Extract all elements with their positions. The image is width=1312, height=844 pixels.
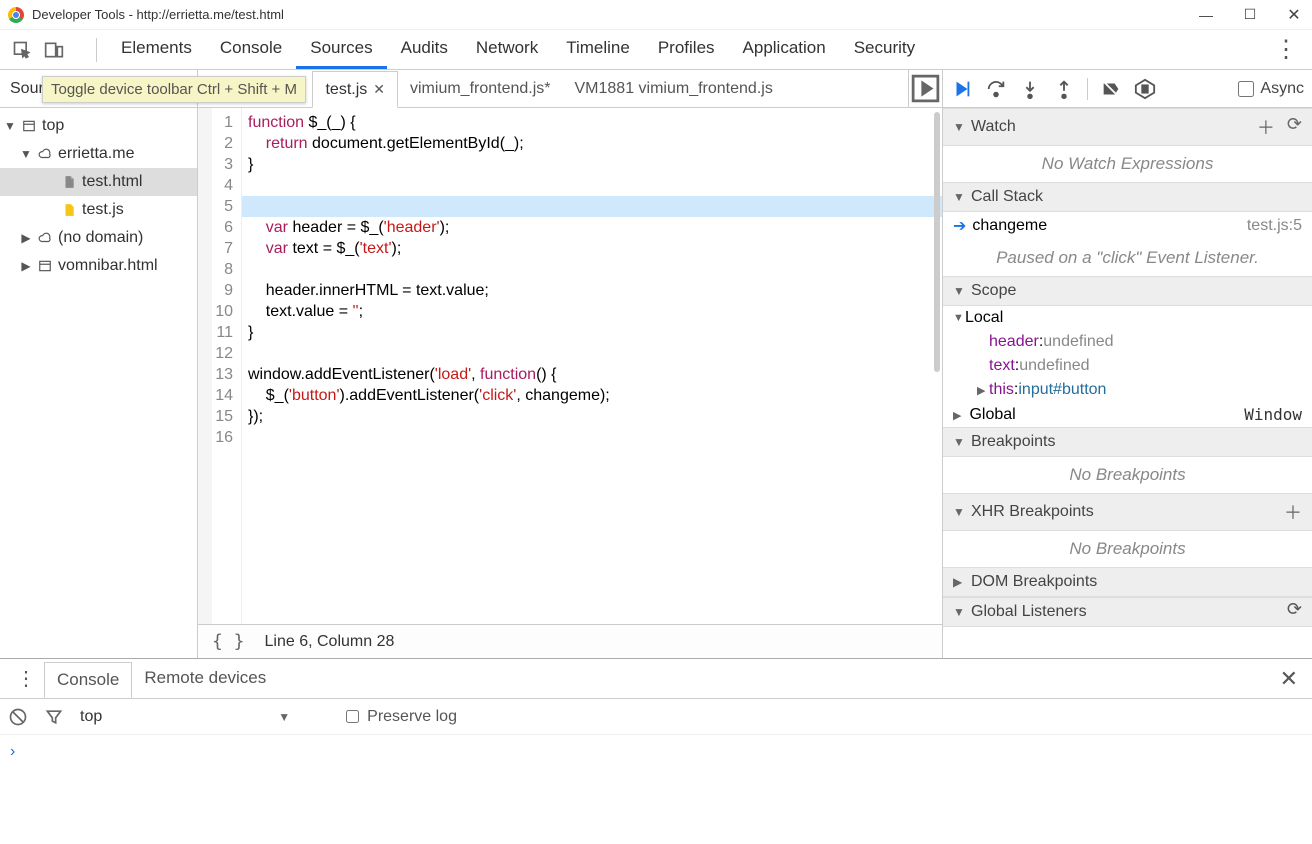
tree-item-errietta-me[interactable]: ▼errietta.me — [0, 140, 197, 168]
file-tab-test-js[interactable]: test.js✕ — [312, 71, 398, 108]
window-title: Developer Tools - http://errietta.me/tes… — [32, 7, 284, 22]
preserve-log-checkbox[interactable]: Preserve log — [346, 708, 457, 726]
debugger-toolbar: Async — [943, 70, 1312, 108]
drawer-tab-console[interactable]: Console — [44, 662, 132, 698]
watch-empty: No Watch Expressions — [943, 146, 1312, 182]
file-tree: ▼top▼errietta.metest.htmltest.js▶(no dom… — [0, 108, 197, 284]
listeners-refresh-icon[interactable]: ⟳ — [1287, 599, 1302, 620]
file-tab-vm1881-vimium-frontend-js[interactable]: VM1881 vimium_frontend.js — [563, 70, 785, 107]
console-toolbar: top▼ Preserve log — [0, 699, 1312, 735]
filter-icon[interactable] — [44, 707, 64, 727]
deactivate-breakpoints-icon[interactable] — [1100, 78, 1122, 100]
drawer-tab-remote-devices[interactable]: Remote devices — [132, 661, 278, 697]
scope-local[interactable]: ▼Local — [943, 306, 1312, 330]
inspect-element-icon[interactable] — [12, 40, 32, 60]
close-button[interactable]: ✕ — [1284, 5, 1304, 25]
tab-console[interactable]: Console — [206, 30, 296, 69]
pause-reason: Paused on a "click" Event Listener. — [943, 240, 1312, 276]
scope-var-this[interactable]: ▶this: input#button — [943, 378, 1312, 402]
xhr-breakpoints-section-header[interactable]: ▼XHR Breakpoints ＋ — [943, 493, 1312, 531]
tree-item-test-js[interactable]: test.js — [0, 196, 197, 224]
pause-exceptions-icon[interactable] — [1134, 78, 1156, 100]
device-toolbar-tooltip: Toggle device toolbar Ctrl + Shift + M — [42, 76, 306, 103]
file-tab-vimium-frontend-js-[interactable]: vimium_frontend.js* — [398, 70, 563, 107]
navigator-pane: Sources » ⋮ ▼top▼errietta.metest.htmltes… — [0, 70, 198, 658]
dom-breakpoints-section-header[interactable]: ▶DOM Breakpoints — [943, 567, 1312, 597]
global-listeners-section-header[interactable]: ▼Global Listeners ⟳ — [943, 597, 1312, 627]
line-gutter[interactable]: 12345678910111213141516 — [198, 108, 242, 624]
device-toolbar-icon[interactable] — [44, 40, 64, 60]
tab-elements[interactable]: Elements — [107, 30, 206, 69]
minimize-button[interactable]: — — [1196, 7, 1216, 23]
code-editor[interactable]: 12345678910111213141516 function $_(_) {… — [198, 108, 942, 624]
more-menu-icon[interactable]: ⋮ — [1268, 35, 1304, 64]
tab-application[interactable]: Application — [729, 30, 840, 69]
watch-add-icon[interactable]: ＋ — [1257, 114, 1275, 140]
close-tab-icon[interactable]: ✕ — [373, 81, 385, 98]
maximize-button[interactable]: ☐ — [1240, 6, 1260, 23]
tab-profiles[interactable]: Profiles — [644, 30, 729, 69]
breakpoints-empty: No Breakpoints — [943, 457, 1312, 493]
clear-console-icon[interactable] — [8, 707, 28, 727]
callstack-section-header[interactable]: ▼Call Stack — [943, 182, 1312, 212]
editor-pane: test.htmltest.js✕vimium_frontend.js*VM18… — [198, 70, 942, 658]
cursor-position: Line 6, Column 28 — [265, 633, 395, 651]
xhr-add-icon[interactable]: ＋ — [1284, 499, 1302, 525]
breakpoints-section-header[interactable]: ▼Breakpoints — [943, 427, 1312, 457]
tree-item-test-html[interactable]: test.html — [0, 168, 197, 196]
tab-network[interactable]: Network — [462, 30, 552, 69]
scope-var-header[interactable]: header: undefined — [943, 330, 1312, 354]
drawer-menu-icon[interactable]: ⋮ — [8, 666, 44, 691]
tree-item--no-domain-[interactable]: ▶(no domain) — [0, 224, 197, 252]
resume-icon[interactable] — [951, 78, 973, 100]
callstack-frame[interactable]: ➔ changeme test.js:5 — [943, 212, 1312, 240]
devtools-tabstrip: ElementsConsoleSourcesAuditsNetworkTimel… — [0, 30, 1312, 70]
drawer-panel: ⋮ ConsoleRemote devices ✕ top▼ Preserve … — [0, 658, 1312, 844]
tab-audits[interactable]: Audits — [387, 30, 462, 69]
drawer-tabstrip: ⋮ ConsoleRemote devices ✕ — [0, 659, 1312, 699]
scrollbar-thumb[interactable] — [934, 112, 940, 372]
editor-statusbar: { } Line 6, Column 28 — [198, 624, 942, 658]
scope-global[interactable]: ▶ Global Window — [943, 402, 1312, 427]
tab-security[interactable]: Security — [840, 30, 929, 69]
watch-section-header[interactable]: ▼Watch ＋⟳ — [943, 108, 1312, 146]
window-controls: — ☐ ✕ — [1196, 5, 1304, 25]
file-tabstrip: test.htmltest.js✕vimium_frontend.js*VM18… — [198, 70, 942, 108]
pretty-print-icon[interactable]: { } — [212, 631, 245, 652]
tree-item-vomnibar-html[interactable]: ▶vomnibar.html — [0, 252, 197, 280]
tab-timeline[interactable]: Timeline — [552, 30, 644, 69]
console-context[interactable]: top▼ — [80, 708, 290, 726]
console-prompt[interactable]: › — [0, 735, 1312, 767]
titlebar: Developer Tools - http://errietta.me/tes… — [0, 0, 1312, 30]
chrome-icon — [8, 7, 24, 23]
debugger-pane: Async ▼Watch ＋⟳ No Watch Expressions ▼Ca… — [942, 70, 1312, 658]
current-frame-icon: ➔ — [953, 216, 966, 236]
scope-section-header[interactable]: ▼Scope — [943, 276, 1312, 306]
async-checkbox[interactable]: Async — [1238, 80, 1304, 98]
drawer-close-icon[interactable]: ✕ — [1274, 666, 1304, 692]
step-into-icon[interactable] — [1019, 78, 1041, 100]
tab-sources[interactable]: Sources — [296, 30, 386, 69]
step-out-icon[interactable] — [1053, 78, 1075, 100]
xhr-breakpoints-empty: No Breakpoints — [943, 531, 1312, 567]
watch-refresh-icon[interactable]: ⟳ — [1287, 114, 1302, 140]
run-snippet-icon[interactable] — [908, 70, 942, 107]
tree-item-top[interactable]: ▼top — [0, 112, 197, 140]
step-over-icon[interactable] — [985, 78, 1007, 100]
scope-var-text[interactable]: text: undefined — [943, 354, 1312, 378]
